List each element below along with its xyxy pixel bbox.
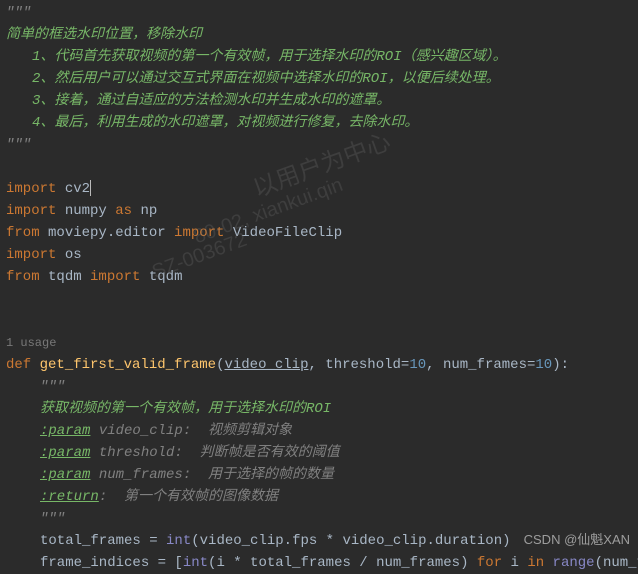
docstring-open: """ xyxy=(4,376,638,398)
docstring-close: """ xyxy=(4,508,638,530)
docstring-desc: 获取视频的第一个有效帧，用于选择水印的ROI xyxy=(4,398,638,420)
docstring-param-threshold: :param threshold: 判断帧是否有效的阈值 xyxy=(4,442,638,464)
import-tqdm[interactable]: from tqdm import tqdm xyxy=(4,266,638,288)
import-moviepy[interactable]: from moviepy.editor import VideoFileClip xyxy=(4,222,638,244)
import-os[interactable]: import os xyxy=(4,244,638,266)
docstring-param-numframes: :param num_frames: 用于选择的帧的数量 xyxy=(4,464,638,486)
doc-step-1: 1、代码首先获取视频的第一个有效帧，用于选择水印的ROI（感兴趣区域）。 xyxy=(4,46,638,68)
docstring-return: :return: 第一个有效帧的图像数据 xyxy=(4,486,638,508)
doc-step-3: 3、接着，通过自适应的方法检测水印并生成水印的遮罩。 xyxy=(4,90,638,112)
doc-close-quote: """ xyxy=(4,134,638,156)
doc-intro: 简单的框选水印位置，移除水印 xyxy=(4,24,638,46)
doc-step-4: 4、最后，利用生成的水印遮罩，对视频进行修复，去除水印。 xyxy=(4,112,638,134)
doc-step-2: 2、然后用户可以通过交互式界面在视频中选择水印的ROI，以便后续处理。 xyxy=(4,68,638,90)
text-cursor xyxy=(90,180,91,196)
usage-hint: 1 usage xyxy=(4,332,638,354)
import-numpy[interactable]: import numpy as np xyxy=(4,200,638,222)
function-def[interactable]: def get_first_valid_frame(video_clip, th… xyxy=(4,354,638,376)
docstring-param-video: :param video_clip: 视频剪辑对象 xyxy=(4,420,638,442)
frame-indices-line[interactable]: frame_indices = [int(i * total_frames / … xyxy=(4,552,638,574)
code-comment: """ xyxy=(4,2,638,24)
csdn-credit: CSDN @仙魁XAN xyxy=(524,529,630,551)
import-cv2[interactable]: import cv2 xyxy=(4,178,638,200)
